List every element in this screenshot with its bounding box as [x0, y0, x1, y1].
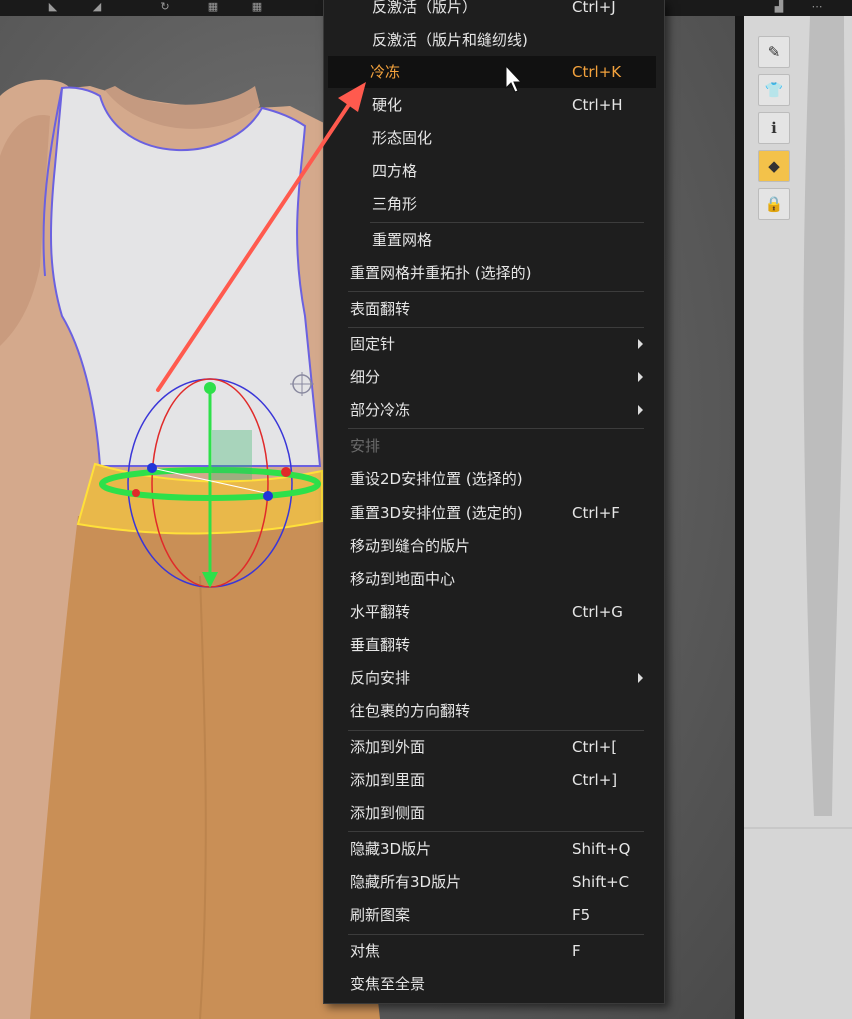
menu-item-move-to-ground-center[interactable]: 移动到地面中心: [326, 563, 656, 595]
expand-icon[interactable]: ⋯: [808, 1, 826, 13]
menu-item-reset-2d-arrangement[interactable]: 重设2D安排位置 (选择的): [326, 463, 656, 495]
menu-item-arrange: 安排: [350, 437, 381, 455]
menu-item-deactivate-pattern-seam[interactable]: 反激活（版片和缝纫线): [326, 24, 656, 56]
info-icon[interactable]: ℹ: [758, 112, 790, 144]
menu-item-pin[interactable]: 固定针: [326, 328, 656, 360]
curve-tool-icon[interactable]: ◣: [44, 1, 62, 13]
menu-item-zoom-to-fit[interactable]: 变焦至全景: [326, 968, 656, 1000]
pan-icon[interactable]: ▟: [770, 1, 788, 13]
menu-item-flip-vertical[interactable]: 垂直翻转: [326, 629, 656, 661]
menu-separator: [348, 291, 644, 292]
menu-item-freeze[interactable]: 冷冻 Ctrl+K: [328, 56, 656, 88]
menu-item-quad-grid[interactable]: 四方格: [326, 155, 656, 187]
submenu-arrow-icon: [638, 673, 643, 683]
menu-separator: [348, 831, 644, 832]
lock-shirt-icon[interactable]: 🔒: [758, 188, 790, 220]
grid-select-icon[interactable]: ▦: [248, 1, 266, 13]
gizmo-plane: [212, 430, 252, 480]
menu-item-reset-3d-arrangement[interactable]: 重置3D安排位置 (选定的) Ctrl+F: [326, 497, 656, 529]
shirt-eye-icon[interactable]: 👕: [758, 74, 790, 106]
context-menu: 反激活（版片） Ctrl+J 反激活（版片和缝纫线) 冷冻 Ctrl+K 硬化 Ctr…: [323, 0, 665, 1004]
menu-item-flip-wrap-direction[interactable]: 往包裹的方向翻转: [326, 695, 656, 727]
menu-item-flip-horizontal[interactable]: 水平翻转 Ctrl+G: [326, 596, 656, 628]
menu-item-refresh-pattern[interactable]: 刷新图案 F5: [326, 899, 656, 931]
brush-eye-icon[interactable]: ✎: [758, 36, 790, 68]
menu-item-triangle[interactable]: 三角形: [326, 188, 656, 220]
viewport-2d[interactable]: ✎ 👕 ℹ ◆ 🔒: [744, 16, 852, 1019]
menu-item-reset-mesh-retopo[interactable]: 重置网格并重拓扑 (选择的): [326, 257, 656, 289]
menu-item-focus[interactable]: 对焦 F: [326, 935, 656, 967]
menu-item-subdivide[interactable]: 细分: [326, 361, 656, 393]
submenu-arrow-icon: [638, 339, 643, 349]
menu-item-move-to-sewn-pattern[interactable]: 移动到缝合的版片: [326, 530, 656, 562]
menu-item-add-inside[interactable]: 添加到里面 Ctrl+]: [326, 764, 656, 796]
menu-item-reverse-arrange[interactable]: 反向安排: [326, 662, 656, 694]
menu-item-harden[interactable]: 硬化 Ctrl+H: [326, 89, 656, 121]
menu-separator: [348, 428, 644, 429]
menu-item-partial-freeze[interactable]: 部分冷冻: [326, 394, 656, 426]
menu-item-hide-all-3d-patterns[interactable]: 隐藏所有3D版片 Shift+C: [326, 866, 656, 898]
texture-icon[interactable]: ◆: [758, 150, 790, 182]
grid-tool-icon[interactable]: ▦: [204, 1, 222, 13]
menu-item-deactivate-pattern[interactable]: 反激活（版片） Ctrl+J: [326, 0, 656, 23]
menu-separator: [370, 222, 644, 223]
menu-item-reset-mesh[interactable]: 重置网格: [326, 224, 656, 256]
menu-item-add-side[interactable]: 添加到侧面: [326, 797, 656, 829]
curve-edit-icon[interactable]: ◢: [88, 1, 106, 13]
menu-item-hide-3d-pattern[interactable]: 隐藏3D版片 Shift+Q: [326, 833, 656, 865]
submenu-arrow-icon: [638, 405, 643, 415]
menu-item-shape-solidify[interactable]: 形态固化: [326, 122, 656, 154]
panel-divider[interactable]: [735, 16, 744, 1019]
rotate-icon[interactable]: ↻: [156, 1, 174, 13]
submenu-arrow-icon: [638, 372, 643, 382]
menu-item-flip-surface[interactable]: 表面翻转: [326, 293, 656, 325]
menu-item-add-outside[interactable]: 添加到外面 Ctrl+[: [326, 731, 656, 763]
